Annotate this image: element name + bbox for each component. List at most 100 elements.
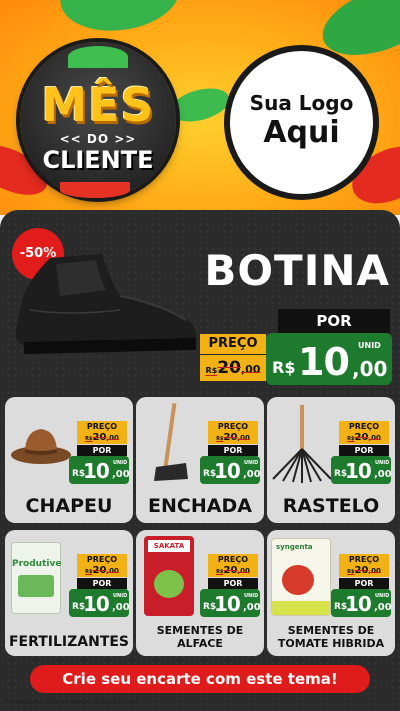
- new-price: R$ 10 UNID ,00: [331, 456, 392, 484]
- por-label: POR: [208, 445, 258, 456]
- badge-subtitle: << DO >>: [59, 132, 137, 146]
- new-price: R$ 10 UNID ,00: [200, 589, 261, 617]
- preco-label: PREÇO: [208, 554, 258, 565]
- product-name-line-2: ALFACE: [177, 637, 223, 650]
- create-flyer-button[interactable]: Crie seu encarte com este tema!: [30, 665, 370, 693]
- new-price: R$ 10 UNID ,00: [69, 589, 130, 617]
- tomato-graphic: [282, 565, 314, 595]
- featured-preco-label: PREÇO: [200, 334, 266, 354]
- new-price-unit: UNID: [244, 460, 259, 466]
- new-price-integer: 10: [345, 459, 372, 483]
- old-price: R$20,00: [77, 565, 127, 577]
- new-price: R$ 10 UNID ,00: [331, 589, 392, 617]
- hoe-image: [154, 403, 188, 481]
- bag-label: Produtive: [12, 559, 62, 569]
- pack-label: SAKATA: [148, 540, 190, 552]
- por-label: POR: [339, 445, 389, 456]
- por-label: POR: [208, 578, 258, 589]
- new-price: R$ 10 UNID ,00: [69, 456, 130, 484]
- pack-stripe: [272, 601, 330, 615]
- product-name: ENCHADA: [148, 495, 252, 517]
- old-price-cents: ,00: [237, 567, 250, 575]
- old-price-integer: 20: [354, 565, 369, 576]
- logo-line-2: Aqui: [263, 115, 340, 150]
- old-price-currency: R$: [347, 569, 355, 575]
- old-price-cents: ,00: [237, 434, 250, 442]
- old-price: R$20,00: [208, 432, 258, 444]
- por-label: POR: [77, 445, 127, 456]
- new-price-unit: UNID: [244, 593, 259, 599]
- green-arrow-icon: [68, 46, 128, 68]
- old-price-integer: 20: [354, 432, 369, 443]
- product-name: SEMENTES DE TOMATE HIBRIDA: [267, 624, 395, 650]
- header-banner: MÊS << DO >> CLIENTE Sua Logo Aqui: [0, 0, 400, 215]
- featured-new-price: R$ 10 UNID ,00: [266, 333, 392, 385]
- new-price: R$ 10 UNID ,00: [200, 456, 261, 484]
- old-price-currency: R$: [85, 436, 93, 442]
- product-card-enchada[interactable]: PREÇO R$20,00 POR R$ 10 UNID ,00 ENCHADA: [136, 397, 264, 523]
- new-price-cents: ,00: [112, 469, 130, 480]
- bag-graphic: [18, 575, 54, 597]
- seed-pack-image: syngenta: [271, 538, 331, 616]
- boot-image: [15, 254, 197, 354]
- logo-placeholder[interactable]: Sua Logo Aqui: [224, 45, 379, 200]
- fertilizer-bag-image: Produtive: [11, 542, 61, 614]
- old-price-cents: ,00: [106, 434, 119, 442]
- old-price-integer: 20: [92, 565, 107, 576]
- old-price-cents: ,00: [368, 567, 381, 575]
- old-price-integer: 20: [217, 358, 241, 378]
- product-name-line-2: TOMATE HIBRIDA: [277, 637, 385, 650]
- old-price: R$20,00: [339, 565, 389, 577]
- old-price: R$20,00: [77, 432, 127, 444]
- product-name: SEMENTES DE ALFACE: [136, 624, 264, 650]
- featured-product-title: BOTINA: [204, 246, 390, 295]
- disclaimer-text: *Imagens Meramente Ilustrativas: [4, 697, 138, 706]
- new-price-cents: ,00: [374, 602, 392, 613]
- old-price-cents: ,00: [106, 567, 119, 575]
- new-price-unit: UNID: [113, 593, 128, 599]
- old-price-currency: R$: [347, 436, 355, 442]
- new-price-integer: 10: [345, 592, 372, 616]
- preco-label: PREÇO: [77, 554, 127, 565]
- product-card-sementes-tomate[interactable]: syngenta PREÇO R$20,00 POR R$ 10 UNID ,0…: [267, 530, 395, 656]
- old-price-integer: 20: [223, 565, 238, 576]
- old-price-currency: R$: [216, 569, 224, 575]
- badge-word: CLIENTE: [42, 146, 154, 174]
- old-price-cents: ,00: [368, 434, 381, 442]
- product-card-fertilizantes[interactable]: Produtive PREÇO R$20,00 POR R$ 10 UNID ,…: [5, 530, 133, 656]
- old-price-currency: R$: [216, 436, 224, 442]
- green-arrow-decoration: [55, 0, 185, 39]
- product-card-sementes-alface[interactable]: SAKATA PREÇO R$20,00 POR R$ 10 UNID ,00 …: [136, 530, 264, 656]
- product-name-line-1: SEMENTES DE: [287, 624, 375, 637]
- product-name: FERTILIZANTES: [8, 634, 130, 650]
- pack-label: syngenta: [276, 543, 313, 551]
- preco-label: PREÇO: [208, 421, 258, 432]
- new-price-integer: 10: [298, 340, 350, 384]
- featured-old-price: R$20,00: [200, 355, 266, 381]
- lettuce-graphic: [154, 570, 184, 598]
- rake-image: [272, 405, 332, 483]
- product-card-chapeu[interactable]: PREÇO R$20,00 POR R$ 10 UNID ,00 CHAPEU: [5, 397, 133, 523]
- product-card-rastelo[interactable]: PREÇO R$20,00 POR R$ 10 UNID ,00 RASTELO: [267, 397, 395, 523]
- product-name: RASTELO: [282, 495, 380, 517]
- new-price-integer: 10: [214, 459, 241, 483]
- new-price-integer: 10: [83, 459, 110, 483]
- green-arrow-decoration: [167, 82, 233, 128]
- old-price: R$20,00: [208, 565, 258, 577]
- product-name: CHAPEU: [25, 495, 113, 517]
- preco-label: PREÇO: [77, 421, 127, 432]
- new-price-cents: ,00: [352, 357, 388, 381]
- badge-title: MÊS: [41, 78, 155, 132]
- old-price: R$20,00: [339, 432, 389, 444]
- new-price-currency: R$: [272, 358, 296, 377]
- old-price-integer: 20: [92, 432, 107, 443]
- seed-pack-image: SAKATA: [144, 536, 194, 616]
- new-price-unit: UNID: [375, 593, 390, 599]
- old-price-currency: R$: [85, 569, 93, 575]
- old-price-cents: ,00: [240, 363, 261, 376]
- por-label: POR: [339, 578, 389, 589]
- preco-label: PREÇO: [339, 421, 389, 432]
- mes-do-cliente-badge: MÊS << DO >> CLIENTE: [20, 42, 176, 198]
- new-price-cents: ,00: [243, 602, 261, 613]
- old-price-integer: 20: [223, 432, 238, 443]
